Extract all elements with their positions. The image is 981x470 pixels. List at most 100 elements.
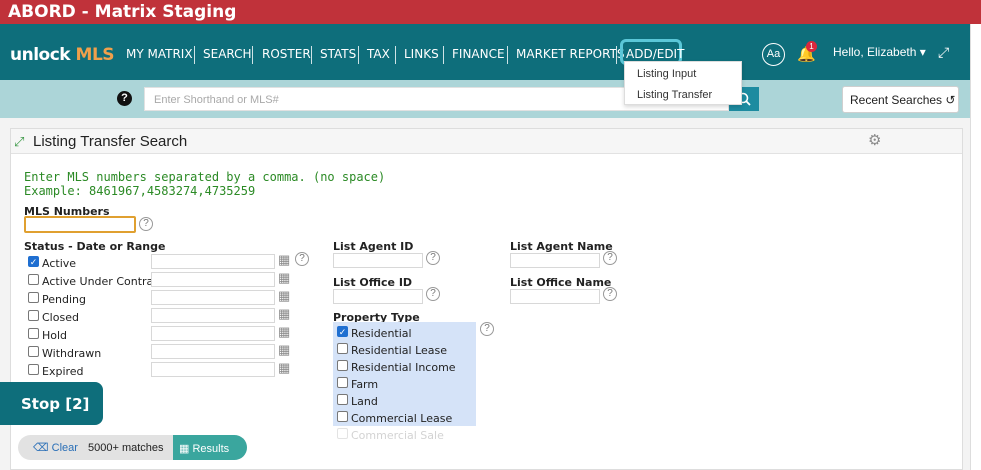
grid-icon: ▦: [179, 443, 190, 455]
help-icon[interactable]: ?: [603, 251, 617, 265]
help-icon[interactable]: ?: [480, 322, 494, 336]
list-office-id-input[interactable]: [333, 289, 423, 304]
checkbox-active-under-contract[interactable]: [28, 274, 39, 285]
checkbox-closed[interactable]: [28, 310, 39, 321]
checkbox-hold[interactable]: [28, 328, 39, 339]
window-title: ABORD - Matrix Staging: [0, 0, 981, 24]
nav-divider: [507, 46, 508, 64]
list-agent-id-input[interactable]: [333, 253, 423, 268]
date-input-active[interactable]: [151, 254, 275, 269]
help-icon[interactable]: ?: [603, 287, 617, 301]
list-agent-name-label: List Agent Name: [510, 240, 613, 253]
date-input-auc[interactable]: [151, 272, 275, 287]
checkbox-residential[interactable]: ✓: [337, 326, 348, 337]
collapse-arrows-icon[interactable]: ⤢: [938, 44, 949, 61]
notification-badge: 1: [806, 41, 817, 52]
calendar-icon[interactable]: ▦: [278, 306, 290, 322]
calendar-icon[interactable]: ▦: [278, 288, 290, 304]
ptype-farm-label: Farm: [351, 378, 379, 391]
status-withdrawn-label: Withdrawn: [42, 347, 102, 360]
example-text: Example: 8461967,4583274,4735259: [24, 184, 256, 198]
list-agent-name-input[interactable]: [510, 253, 600, 268]
user-greeting: Hello, Elizabeth: [833, 45, 917, 59]
nav-market-reports[interactable]: MARKET REPORTS: [516, 47, 625, 63]
status-closed-label: Closed: [42, 311, 79, 324]
nav-roster[interactable]: ROSTER: [262, 47, 311, 63]
date-input-withdrawn[interactable]: [151, 344, 275, 359]
nav-divider: [252, 46, 253, 64]
help-icon[interactable]: ?: [426, 287, 440, 301]
nav-tax[interactable]: TAX: [367, 47, 390, 63]
help-icon[interactable]: ?: [139, 217, 153, 231]
nav-links[interactable]: LINKS: [404, 47, 439, 63]
logo-unlock: unlock: [10, 45, 71, 65]
ptype-land-label: Land: [351, 395, 378, 408]
checkbox-expired[interactable]: [28, 364, 39, 375]
checkbox-land[interactable]: [337, 394, 348, 405]
calendar-icon[interactable]: ▦: [278, 360, 290, 376]
expand-icon[interactable]: ⤢: [14, 134, 24, 150]
calendar-icon[interactable]: ▦: [278, 342, 290, 358]
caret-down-icon: ▾: [919, 45, 926, 59]
match-count: 5000+ matches: [88, 442, 164, 454]
ptype-residential-lease-label: Residential Lease: [351, 344, 448, 357]
list-office-id-label: List Office ID: [333, 276, 413, 289]
nav-divider: [395, 46, 396, 64]
help-icon[interactable]: ?: [117, 91, 132, 106]
nav-divider: [358, 46, 359, 64]
stop-button[interactable]: Stop [2]: [0, 382, 103, 425]
nav-finance[interactable]: FINANCE: [452, 47, 505, 63]
help-icon[interactable]: ?: [295, 252, 309, 266]
ptype-residential-income-label: Residential Income: [351, 361, 456, 374]
recent-searches-button[interactable]: Recent Searches ↺: [842, 86, 959, 113]
main-navbar: unlock MLS MY MATRIX SEARCH ROSTER STATS…: [0, 24, 970, 80]
clear-button[interactable]: ⌫ Clear: [33, 441, 78, 454]
panel-title: Listing Transfer Search: [33, 133, 188, 150]
recent-searches-label: Recent Searches: [850, 93, 943, 107]
nav-divider: [616, 46, 617, 64]
list-agent-id-label: List Agent ID: [333, 240, 414, 253]
checkbox-farm[interactable]: [337, 377, 348, 388]
results-label: Results: [192, 443, 230, 455]
calendar-icon[interactable]: ▦: [278, 324, 290, 340]
checkbox-commercial-sale[interactable]: [337, 428, 348, 439]
unlockmls-logo[interactable]: unlock MLS: [10, 45, 115, 65]
checkbox-residential-lease[interactable]: [337, 343, 348, 354]
nav-stats[interactable]: STATS: [320, 47, 356, 63]
nav-my-matrix[interactable]: MY MATRIX: [126, 47, 193, 63]
nav-search[interactable]: SEARCH: [203, 47, 252, 63]
calendar-icon[interactable]: ▦: [278, 270, 290, 286]
status-expired-label: Expired: [42, 365, 84, 378]
status-label: Status - Date or Range: [24, 240, 166, 253]
ptype-commercial-lease-label: Commercial Lease: [351, 412, 453, 425]
nav-divider: [311, 46, 312, 64]
instructions-text: Enter MLS numbers separated by a comma. …: [24, 170, 386, 184]
menu-item-listing-transfer[interactable]: Listing Transfer: [637, 89, 712, 101]
status-pending-label: Pending: [42, 293, 86, 306]
checkbox-pending[interactable]: [28, 292, 39, 303]
panel-header: ⤢ Listing Transfer Search ⚙: [11, 129, 962, 154]
gear-icon[interactable]: ⚙: [868, 131, 881, 149]
ptype-commercial-sale-label: Commercial Sale: [351, 429, 444, 442]
user-menu[interactable]: Hello, Elizabeth ▾: [833, 45, 926, 59]
checkbox-commercial-lease[interactable]: [337, 411, 348, 422]
date-input-hold[interactable]: [151, 326, 275, 341]
clear-label: Clear: [51, 442, 78, 454]
results-bar: ⌫ Clear 5000+ matches ▦ Results: [18, 435, 247, 460]
checkbox-active[interactable]: ✓: [28, 256, 39, 267]
text-size-button[interactable]: Aa: [762, 43, 785, 66]
calendar-icon[interactable]: ▦: [278, 252, 290, 268]
date-input-pending[interactable]: [151, 290, 275, 305]
eraser-icon: ⌫: [33, 442, 49, 454]
checkbox-withdrawn[interactable]: [28, 346, 39, 357]
results-button[interactable]: ▦ Results: [173, 435, 247, 460]
nav-divider: [194, 46, 195, 64]
menu-item-listing-input[interactable]: Listing Input: [637, 68, 696, 80]
mls-numbers-input[interactable]: [24, 216, 136, 233]
date-input-closed[interactable]: [151, 308, 275, 323]
list-office-name-input[interactable]: [510, 289, 600, 304]
checkbox-residential-income[interactable]: [337, 360, 348, 371]
help-icon[interactable]: ?: [426, 251, 440, 265]
page-scrollbar[interactable]: [970, 24, 981, 470]
date-input-expired[interactable]: [151, 362, 275, 377]
